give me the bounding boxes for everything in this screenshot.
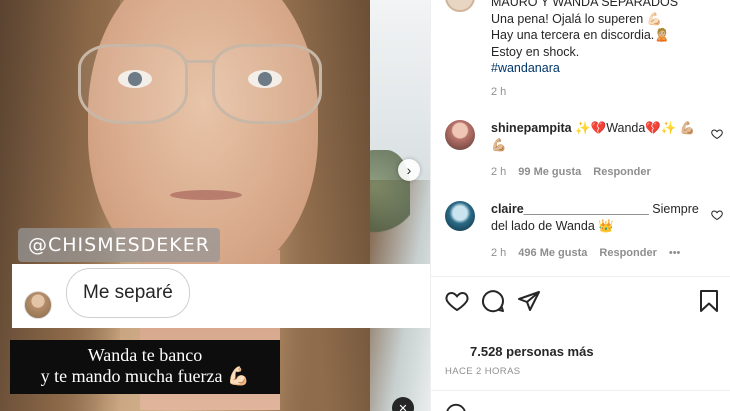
chevron-right-icon[interactable]: › [398,159,420,181]
post-line-3: Estoy en shock. [491,44,580,59]
comment-time[interactable]: 2 h [491,247,506,259]
story-caption-line-1: Wanda te banco [87,345,203,365]
comment-reply-button[interactable]: Responder [593,166,650,178]
story-reply-bubble: Me separé [66,268,190,318]
bookmark-icon[interactable] [697,289,721,313]
comment-text: claire__________________ Siempre del lad… [491,201,706,235]
post-line-2: Hay una tercera en discordia.🙎🏼 [491,28,670,42]
heart-icon[interactable] [711,209,723,221]
post-panel: MAURO Y WANDA SEPARADOS Una pena! Ojalá … [430,0,730,411]
comment-meta: 2 h 496 Me gusta Responder ••• [491,247,680,259]
comment-avatar[interactable] [445,120,475,150]
comment-username[interactable]: shinepampita [491,121,572,135]
author-avatar[interactable] [445,0,475,12]
comment-avatar[interactable] [445,201,475,231]
comment-more-button[interactable]: ••• [669,247,681,259]
story-handle-sticker: @CHISMESDEKER [18,228,220,262]
comment-reply-button[interactable]: Responder [599,247,656,259]
send-icon[interactable] [517,289,541,313]
post-age[interactable]: HACE 2 HORAS [445,366,521,377]
comment-time[interactable]: 2 h [491,166,506,178]
post-line-1: Una pena! Ojalá lo superen 💪🏻 [491,11,663,26]
post-hashtag-link[interactable]: #wandanara [491,60,678,77]
comment-text: shinepampita ✨💔Wanda💔✨ 💪🏼💪🏼 [491,120,706,154]
story-caption-line-2: y te mando mucha fuerza 💪🏻 [40,366,250,386]
comment-likes[interactable]: 99 Me gusta [518,166,581,178]
emoji-icon[interactable] [445,403,467,411]
post-time[interactable]: 2 h [491,86,506,98]
action-bar [431,276,730,328]
comment-username[interactable]: claire__________________ [491,202,649,216]
reply-avatar [24,291,52,319]
post-caption: MAURO Y WANDA SEPARADOS Una pena! Ojalá … [491,0,678,77]
eye-right [248,70,282,88]
post-media[interactable]: @CHISMESDEKER Me separé Wanda te banco y… [0,0,430,411]
glasses-bridge [186,60,214,63]
comment-input-bar [431,390,730,411]
heart-icon[interactable] [711,128,723,140]
post-title: MAURO Y WANDA SEPARADOS [491,0,679,9]
comment-likes[interactable]: 496 Me gusta [518,247,587,259]
eye-left [118,70,152,88]
heart-icon[interactable] [445,289,469,313]
mute-icon[interactable]: ✕ [392,397,414,411]
comment-meta: 2 h 99 Me gusta Responder [491,166,651,178]
story-caption: Wanda te banco y te mando mucha fuerza 💪… [10,340,280,394]
comment-icon[interactable] [481,289,505,313]
likes-summary[interactable]: 7.528 personas más [470,344,594,359]
mouth [170,190,242,200]
